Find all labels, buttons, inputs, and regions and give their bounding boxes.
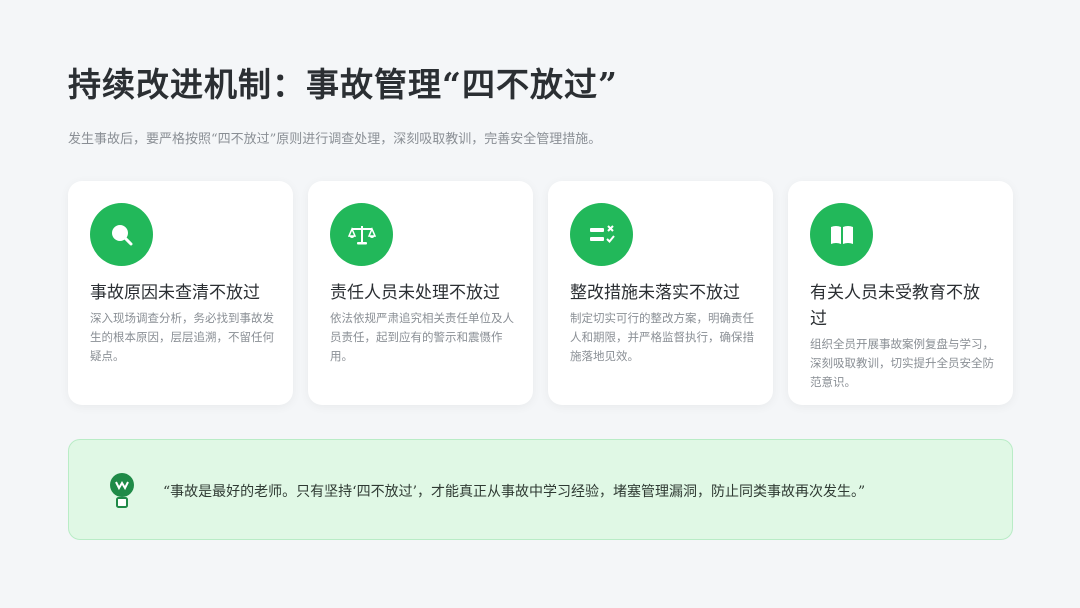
card-description: 深入现场调查分析，务必找到事故发生的根本原因，层层追溯，不留任何疑点。	[90, 311, 274, 363]
principle-card-rectification: 整改措施未落实不放过 制定切实可行的整改方案，明确责任人和期限，并严格监督执行，…	[548, 181, 773, 405]
card-title: 责任人员未处理不放过	[330, 283, 500, 303]
checklist-icon	[570, 203, 633, 266]
card-description: 制定切实可行的整改方案，明确责任人和期限，并严格监督执行，确保措施落地见效。	[570, 311, 754, 363]
card-title: 事故原因未查清不放过	[90, 283, 260, 303]
page-title: 持续改进机制：事故管理“四不放过”	[68, 65, 618, 104]
quote-box: “事故是最好的老师。只有坚持‘四不放过’，才能真正从事故中学习经验，堵塞管理漏洞…	[68, 439, 1013, 540]
principle-card-education: 有关人员未受教育不放过 组织全员开展事故案例复盘与学习，深刻吸取教训，切实提升全…	[788, 181, 1013, 405]
book-icon	[810, 203, 873, 266]
card-description: 依法依规严肃追究相关责任单位及人员责任，起到应有的警示和震慑作用。	[330, 311, 514, 363]
card-title: 整改措施未落实不放过	[570, 283, 740, 303]
card-title: 有关人员未受教育不放过	[810, 283, 980, 329]
slide: 持续改进机制：事故管理“四不放过” 发生事故后，要严格按照“四不放过”原则进行调…	[0, 0, 1080, 608]
search-icon	[90, 203, 153, 266]
principle-cards: 事故原因未查清不放过 深入现场调查分析，务必找到事故发生的根本原因，层层追溯，不…	[68, 181, 1013, 405]
card-description: 组织全员开展事故案例复盘与学习，深刻吸取教训，切实提升全员安全防范意识。	[810, 337, 994, 389]
scale-icon	[330, 203, 393, 266]
quote-text: “事故是最好的老师。只有坚持‘四不放过’，才能真正从事故中学习经验，堵塞管理漏洞…	[163, 484, 866, 500]
principle-card-responsibility: 责任人员未处理不放过 依法依规严肃追究相关责任单位及人员责任，起到应有的警示和震…	[308, 181, 533, 405]
page-subtitle: 发生事故后，要严格按照“四不放过”原则进行调查处理，深刻吸取教训，完善安全管理措…	[68, 132, 602, 147]
principle-card-cause: 事故原因未查清不放过 深入现场调查分析，务必找到事故发生的根本原因，层层追溯，不…	[68, 181, 293, 405]
lightbulb-icon	[110, 473, 134, 508]
